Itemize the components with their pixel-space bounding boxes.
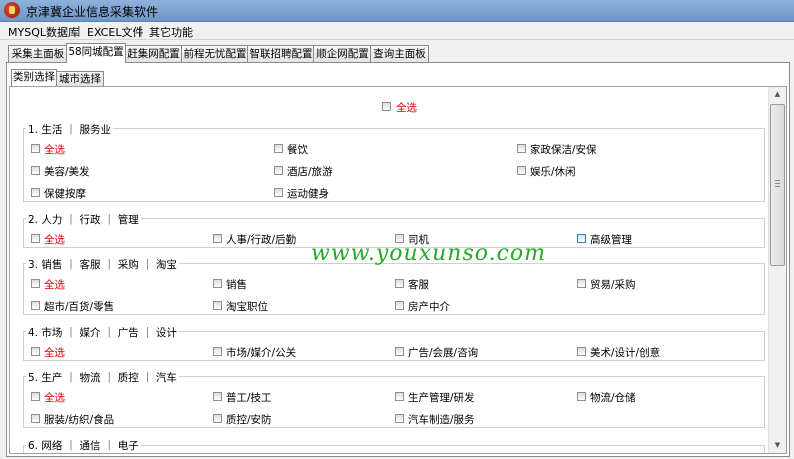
checkbox[interactable] xyxy=(31,144,40,153)
checkbox-label: 销售 xyxy=(226,279,247,291)
checkbox[interactable] xyxy=(274,144,283,153)
checkbox[interactable] xyxy=(577,279,586,288)
checkbox-label: 全选 xyxy=(44,279,65,291)
group-title: 1. 生活 ｜ 服务业 xyxy=(26,122,114,137)
checkbox-label: 客服 xyxy=(408,279,429,291)
checkbox[interactable] xyxy=(31,392,40,401)
category-panel: 全选 1. 生活 ｜ 服务业 全选 餐饮 家政保洁/安保 美容/美发 酒店/旅游… xyxy=(9,86,787,454)
checkbox[interactable] xyxy=(577,234,586,243)
checkbox[interactable] xyxy=(31,347,40,356)
checkbox-label: 人事/行政/后勤 xyxy=(226,234,297,246)
vertical-scrollbar[interactable]: ▲ ▼ xyxy=(768,87,786,453)
scroll-thumb[interactable] xyxy=(770,104,785,266)
checkbox[interactable] xyxy=(31,234,40,243)
checkbox[interactable] xyxy=(31,301,40,310)
checkbox[interactable] xyxy=(274,188,283,197)
checkbox-label: 超市/百货/零售 xyxy=(44,301,115,313)
title-bar: 京津冀企业信息采集软件 xyxy=(0,0,794,22)
checkbox-label: 酒店/旅游 xyxy=(287,166,333,178)
checkbox-label: 全选 xyxy=(44,347,65,359)
tab-query-main[interactable]: 查询主面板 xyxy=(370,45,429,62)
checkbox[interactable] xyxy=(31,414,40,423)
checkbox-label: 全选 xyxy=(44,234,65,246)
tab-58-config[interactable]: 58同城配置 xyxy=(66,43,126,63)
checkbox[interactable] xyxy=(395,279,404,288)
checkbox-label: 全选 xyxy=(44,144,65,156)
checkbox-label: 物流/仓储 xyxy=(590,392,636,404)
checkbox[interactable] xyxy=(395,414,404,423)
checkbox-label: 家政保洁/安保 xyxy=(530,144,597,156)
app-logo-icon xyxy=(4,2,20,18)
checkbox-label: 服装/纺织/食品 xyxy=(44,414,115,426)
checkbox-label: 普工/技工 xyxy=(226,392,272,404)
checkbox[interactable] xyxy=(213,234,222,243)
checkbox[interactable] xyxy=(274,166,283,175)
checkbox-label: 广告/会展/咨询 xyxy=(408,347,479,359)
checkbox[interactable] xyxy=(31,279,40,288)
tab-ganji-config[interactable]: 赶集网配置 xyxy=(124,45,183,62)
checkbox-label: 娱乐/休闲 xyxy=(530,166,576,178)
subtab-category[interactable]: 类别选择 xyxy=(11,69,57,86)
checkbox-label: 贸易/采购 xyxy=(590,279,636,291)
checkbox[interactable] xyxy=(213,279,222,288)
checkbox[interactable] xyxy=(577,392,586,401)
checkbox[interactable] xyxy=(213,392,222,401)
group-title: 6. 网络 ｜ 通信 ｜ 电子 xyxy=(26,438,141,453)
config-panel: 类别选择 城市选择 全选 1. 生活 ｜ 服务业 全选 餐饮 家政保洁/安保 美… xyxy=(6,62,790,457)
checkbox[interactable] xyxy=(213,347,222,356)
tab-collect-main[interactable]: 采集主面板 xyxy=(8,45,68,62)
tab-51job-config[interactable]: 前程无忧配置 xyxy=(181,45,249,62)
window-title: 京津冀企业信息采集软件 xyxy=(26,5,159,19)
checkbox[interactable] xyxy=(213,414,222,423)
checkbox-label: 美术/设计/创意 xyxy=(590,347,661,359)
checkbox-label: 汽车制造/服务 xyxy=(408,414,475,426)
checkbox[interactable] xyxy=(31,166,40,175)
checkbox[interactable] xyxy=(31,188,40,197)
select-all-label: 全选 xyxy=(396,102,417,114)
scroll-down-icon[interactable]: ▼ xyxy=(769,438,786,453)
checkbox[interactable] xyxy=(395,347,404,356)
checkbox-label: 市场/媒介/公关 xyxy=(226,347,297,359)
checkbox[interactable] xyxy=(395,392,404,401)
checkbox[interactable] xyxy=(517,166,526,175)
checkbox-label: 餐饮 xyxy=(287,144,308,156)
tab-zhaopin-config[interactable]: 智联招聘配置 xyxy=(247,45,315,62)
checkbox[interactable] xyxy=(517,144,526,153)
grip-icon xyxy=(775,183,780,184)
checkbox-label: 保健按摩 xyxy=(44,188,86,200)
checkbox[interactable] xyxy=(577,347,586,356)
menu-mysql[interactable]: MYSQL数据库 xyxy=(8,24,79,40)
category-group-life-service xyxy=(23,128,765,202)
menu-separator: | xyxy=(139,24,143,37)
tab-shunqi-config[interactable]: 顺企网配置 xyxy=(313,45,372,62)
grip-icon xyxy=(775,186,780,187)
scroll-up-icon[interactable]: ▲ xyxy=(769,87,786,102)
menu-other-functions[interactable]: 其它功能 xyxy=(149,24,193,40)
checkbox[interactable] xyxy=(213,301,222,310)
menu-bar: MYSQL数据库 | EXCEL文件 | 其它功能 xyxy=(0,22,794,40)
subtab-city[interactable]: 城市选择 xyxy=(56,71,104,86)
group-title: 3. 销售 ｜ 客服 ｜ 采购 ｜ 淘宝 xyxy=(26,257,179,272)
checkbox-label: 房产中介 xyxy=(408,301,450,313)
checkbox-label: 生产管理/研发 xyxy=(408,392,475,404)
checkbox-label: 高级管理 xyxy=(590,234,632,246)
watermark-text: www.youxunso.com xyxy=(311,241,547,266)
group-title: 2. 人力 ｜ 行政 ｜ 管理 xyxy=(26,212,141,227)
checkbox-label: 淘宝职位 xyxy=(226,301,268,313)
grip-icon xyxy=(775,180,780,181)
checkbox-label: 运动健身 xyxy=(287,188,329,200)
menu-excel[interactable]: EXCEL文件 xyxy=(87,24,143,40)
checkbox-label: 美容/美发 xyxy=(44,166,90,178)
checkbox-label: 质控/安防 xyxy=(226,414,272,426)
group-title: 4. 市场 ｜ 媒介 ｜ 广告 ｜ 设计 xyxy=(26,325,179,340)
select-all-checkbox[interactable] xyxy=(382,102,391,111)
checkbox[interactable] xyxy=(395,301,404,310)
menu-separator: | xyxy=(77,24,81,37)
group-title: 5. 生产 ｜ 物流 ｜ 质控 ｜ 汽车 xyxy=(26,370,179,385)
checkbox-label: 全选 xyxy=(44,392,65,404)
